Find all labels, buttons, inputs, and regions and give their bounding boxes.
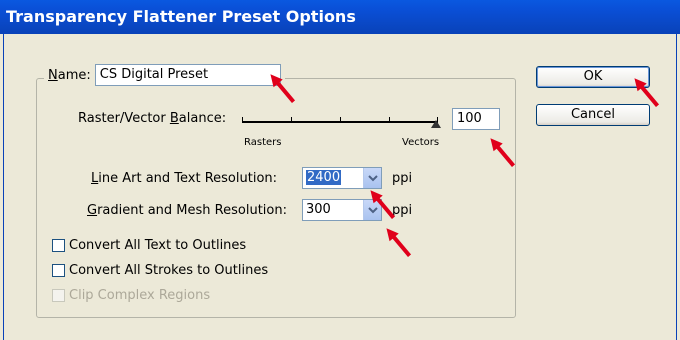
convert-text-to-outlines-checkbox[interactable]: Convert All Text to Outlines — [52, 238, 246, 253]
checkbox-box — [52, 289, 65, 302]
name-label: Name: — [48, 67, 91, 83]
slider-tick — [389, 117, 390, 123]
line-art-resolution-dropdown[interactable]: 2400 — [302, 167, 382, 189]
slider-tick — [242, 117, 243, 123]
balance-value-input[interactable]: 100 — [452, 108, 500, 130]
checkbox-box[interactable] — [52, 239, 65, 252]
checkbox-label: Clip Complex Regions — [69, 288, 211, 303]
chevron-down-icon[interactable] — [363, 200, 381, 220]
vectors-label: Vectors — [402, 137, 440, 148]
checkbox-label: Convert All Strokes to Outlines — [69, 263, 269, 278]
dialog-title: Transparency Flattener Preset Options — [6, 7, 356, 26]
gradient-mesh-resolution-label: Gradient and Mesh Resolution: — [87, 203, 287, 218]
raster-vector-balance-label: Raster/Vector Balance: — [78, 111, 227, 126]
gradient-mesh-unit: ppi — [392, 203, 413, 218]
line-art-resolution-value: 2400 — [306, 170, 342, 185]
name-row: Name: CS Digital Preset — [44, 64, 285, 86]
rasters-label: Rasters — [244, 137, 282, 148]
dialog-title-bar: Transparency Flattener Preset Options — [0, 0, 680, 34]
gradient-mesh-resolution-value: 300 — [306, 202, 331, 217]
clip-complex-regions-checkbox: Clip Complex Regions — [52, 288, 210, 303]
line-art-unit: ppi — [392, 171, 413, 186]
checkbox-box[interactable] — [52, 264, 65, 277]
ok-button[interactable]: OK — [536, 66, 650, 88]
slider-tick — [340, 117, 341, 123]
convert-strokes-to-outlines-checkbox[interactable]: Convert All Strokes to Outlines — [52, 263, 268, 278]
slider-tick — [291, 117, 292, 123]
checkbox-label: Convert All Text to Outlines — [69, 238, 247, 253]
raster-vector-slider-thumb[interactable] — [431, 120, 441, 128]
chevron-down-icon[interactable] — [363, 168, 381, 188]
line-art-resolution-label: Line Art and Text Resolution: — [91, 171, 278, 186]
gradient-mesh-resolution-dropdown[interactable]: 300 — [302, 199, 382, 221]
name-input[interactable]: CS Digital Preset — [94, 64, 281, 86]
cancel-button[interactable]: Cancel — [536, 104, 650, 126]
